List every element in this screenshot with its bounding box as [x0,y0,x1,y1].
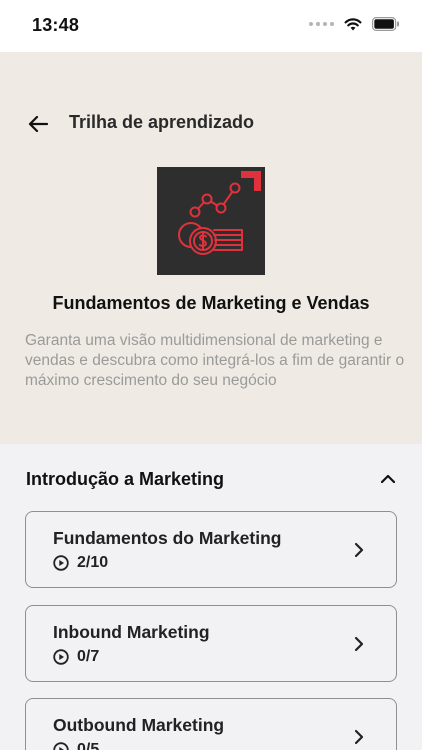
course-image [157,167,265,275]
chevron-up-icon[interactable] [378,469,398,489]
section-header[interactable]: Introdução a Marketing [26,466,398,492]
module-progress-text: 0/7 [77,648,100,665]
module-progress-text: 2/10 [77,554,109,571]
page-title: Trilha de aprendizado [69,112,255,132]
module-progress: 0/7 [53,648,99,666]
course-header: Trilha de aprendizado Fundamentos de Mar… [0,52,422,444]
chevron-right-icon [352,634,366,654]
cellular-signal-icon [309,22,334,26]
play-circle-icon [53,555,69,571]
status-indicators [309,17,400,31]
section-title: Introdução a Marketing [26,468,225,489]
wifi-icon [344,18,362,31]
arrow-left-icon [28,115,49,133]
back-button[interactable] [24,110,52,138]
play-circle-icon [53,649,69,665]
module-card[interactable]: Outbound Marketing 0/5 [25,698,397,750]
battery-icon [372,17,399,31]
status-bar: 13:48 [0,0,422,52]
module-card[interactable]: Inbound Marketing 0/7 [25,605,397,682]
module-title: Inbound Marketing [53,622,210,642]
module-title: Fundamentos do Marketing [53,528,282,548]
course-description: Garanta uma visão multidimensional de ma… [25,332,405,389]
module-progress: 2/10 [53,554,108,572]
chevron-right-icon [352,727,366,747]
course-title: Fundamentos de Marketing e Vendas [52,293,370,313]
module-card[interactable]: Fundamentos do Marketing 2/10 [25,511,397,588]
module-progress-text: 0/5 [77,741,100,750]
marketing-chart-coins-icon [178,171,261,255]
play-circle-icon [53,742,69,750]
status-time: 13:48 [32,15,80,35]
chevron-right-icon [352,540,366,560]
module-title: Outbound Marketing [53,715,225,735]
module-progress: 0/5 [53,741,99,750]
